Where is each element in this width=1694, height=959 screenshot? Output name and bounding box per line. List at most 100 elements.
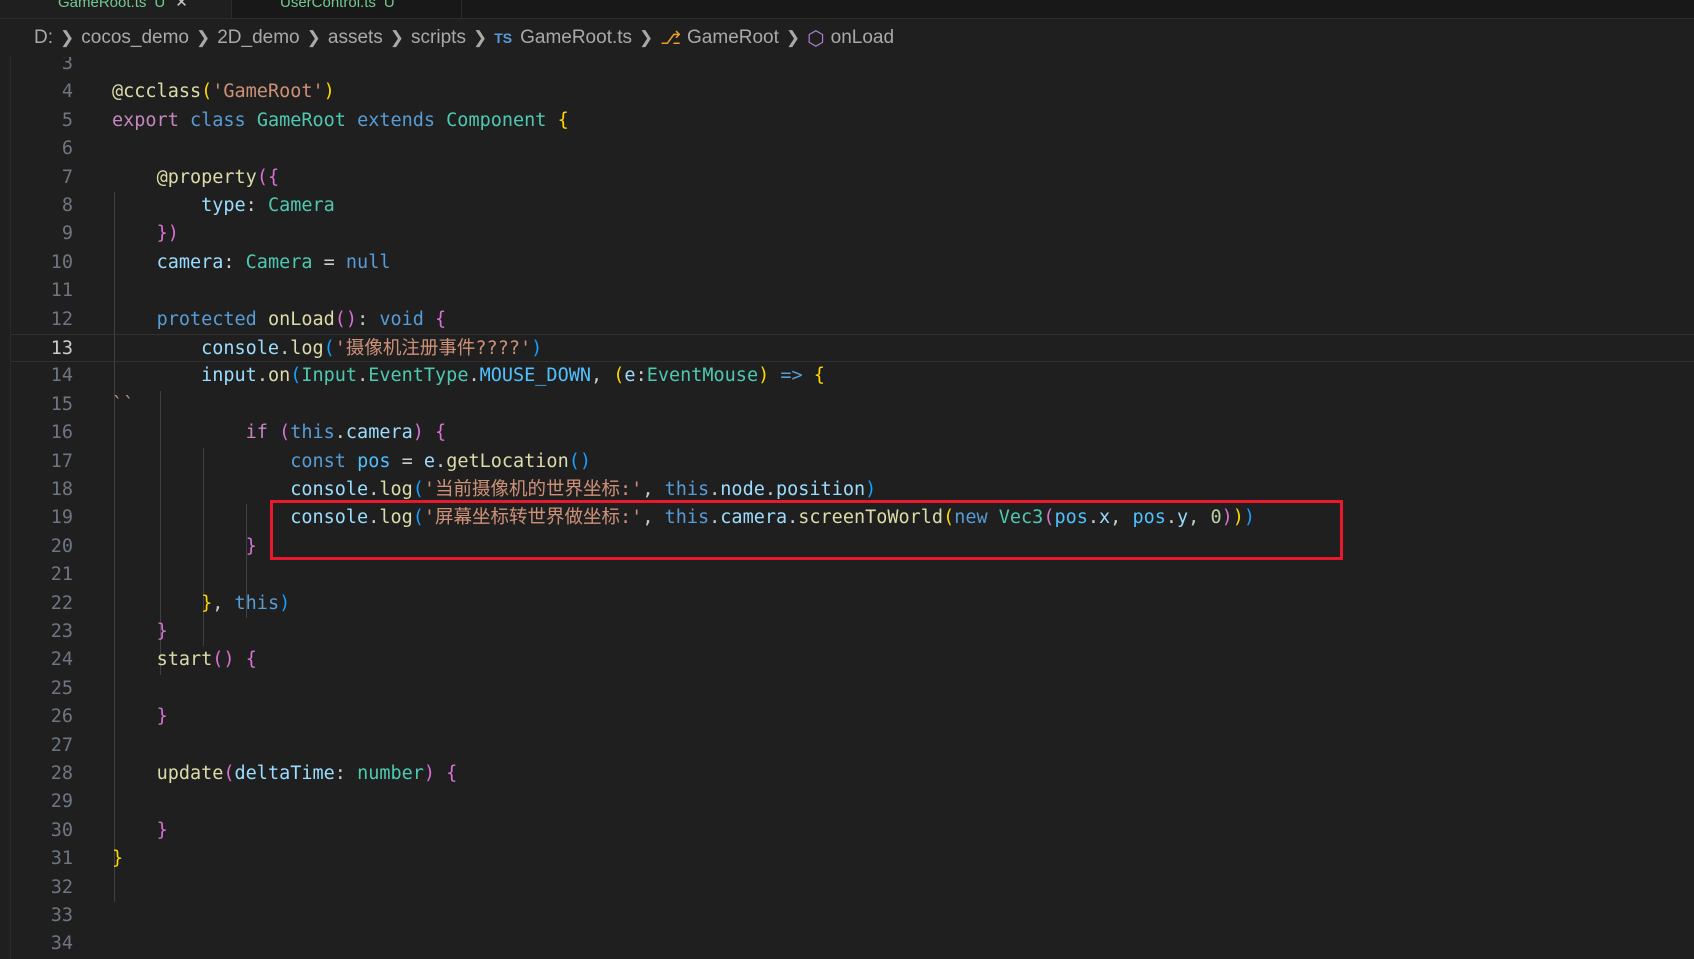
- code-text: }: [112, 703, 168, 731]
- code-token: }: [201, 592, 213, 614]
- code-token: {: [813, 365, 825, 387]
- editor-tab-bar: GameRoot.ts U ✕ UserControl.ts U: [0, 0, 1694, 19]
- code-line[interactable]: 15 ``: [11, 391, 1694, 419]
- line-number: 23: [50, 621, 73, 642]
- code-token: deltaTime: [234, 763, 335, 784]
- breadcrumb: D: ❯ cocos_demo ❯ 2D_demo ❯ assets ❯ scr…: [0, 19, 1694, 57]
- code-token: export: [112, 109, 179, 131]
- code-line[interactable]: 28 update(deltaTime: number) {: [11, 760, 1694, 788]
- code-token: MOUSE_DOWN: [479, 365, 591, 387]
- code-token: .: [357, 365, 369, 387]
- line-number: 11: [50, 280, 73, 302]
- code-token: {: [245, 649, 257, 671]
- code-token: position: [776, 479, 866, 500]
- code-line[interactable]: 11: [11, 277, 1694, 305]
- code-token: Camera: [267, 195, 335, 216]
- code-line[interactable]: 25: [11, 675, 1694, 703]
- breadcrumb-folder-scripts[interactable]: scripts: [411, 27, 466, 49]
- close-icon[interactable]: ✕: [175, 0, 188, 11]
- line-number: 19: [50, 507, 73, 529]
- breadcrumb-folder-cocos-demo[interactable]: cocos_demo: [81, 27, 189, 49]
- code-line[interactable]: 31}: [11, 845, 1694, 873]
- code-token: ): [323, 81, 335, 103]
- code-token: if: [245, 422, 268, 444]
- code-token: console: [201, 338, 280, 359]
- line-number: 9: [61, 223, 73, 245]
- code-token: (: [412, 479, 424, 500]
- code-line[interactable]: 6: [11, 135, 1694, 163]
- code-line[interactable]: 22 }, this): [11, 590, 1694, 618]
- tab-gameroot[interactable]: GameRoot.ts U ✕: [0, 0, 232, 18]
- line-number: 27: [50, 734, 73, 756]
- code-line[interactable]: 27: [11, 732, 1694, 760]
- code-token: (: [323, 338, 335, 359]
- code-line[interactable]: 34: [11, 930, 1694, 958]
- code-line[interactable]: 23 }: [11, 618, 1694, 646]
- code-token: const: [290, 450, 346, 472]
- code-line[interactable]: 7 @property({: [11, 164, 1694, 192]
- code-token: ,: [591, 365, 614, 387]
- line-number: 22: [50, 592, 73, 614]
- line-number: 10: [50, 251, 73, 273]
- code-token: .: [256, 365, 268, 387]
- code-token: update: [156, 763, 224, 784]
- line-number: 24: [50, 649, 73, 671]
- code-line[interactable]: 32: [11, 874, 1694, 902]
- code-line[interactable]: 8 type: Camera: [11, 192, 1694, 220]
- code-line[interactable]: 10 camera: Camera = null: [11, 249, 1694, 277]
- code-line[interactable]: 12 protected onLoad(): void {: [11, 306, 1694, 334]
- code-token: ): [279, 592, 291, 614]
- code-line[interactable]: 3: [11, 57, 1694, 78]
- code-token: :: [334, 763, 358, 784]
- code-token: :: [223, 251, 246, 273]
- code-token: ): [423, 763, 436, 784]
- line-number: 8: [61, 195, 73, 216]
- code-line[interactable]: 26 }: [11, 703, 1694, 731]
- code-token: }: [245, 535, 257, 557]
- breadcrumb-method[interactable]: onLoad: [831, 27, 894, 49]
- code-token: extends: [357, 109, 436, 131]
- code-line[interactable]: 24 start() {: [11, 646, 1694, 674]
- code-line[interactable]: 5 export class GameRoot extends Component…: [11, 107, 1694, 135]
- code-token: {: [435, 422, 447, 444]
- code-line[interactable]: 4 @ccclass('GameRoot'): [11, 78, 1694, 106]
- code-line[interactable]: 14 input.on(Input.EventType.MOUSE_DOWN, …: [11, 362, 1694, 390]
- code-token: .: [334, 422, 346, 444]
- code-line[interactable]: 29: [11, 788, 1694, 816]
- line-number: 31: [50, 848, 73, 870]
- code-line[interactable]: 16 if (this.camera) {: [11, 419, 1694, 447]
- code-line[interactable]: 30 }: [11, 817, 1694, 845]
- code-line[interactable]: 17 const pos = e.getLocation(): [11, 448, 1694, 476]
- code-token: }: [156, 621, 168, 642]
- code-text: start() {: [112, 646, 257, 674]
- breadcrumb-drive[interactable]: D:: [34, 27, 53, 49]
- code-token: }: [156, 819, 168, 841]
- breadcrumb-folder-2d-demo[interactable]: 2D_demo: [217, 27, 299, 49]
- code-token: }): [156, 223, 179, 245]
- code-line[interactable]: 21: [11, 561, 1694, 589]
- code-token: camera: [156, 251, 224, 273]
- code-token: =: [312, 251, 346, 273]
- code-text: @ccclass('GameRoot'): [112, 78, 335, 106]
- code-token: e: [423, 450, 436, 472]
- code-token: void: [379, 308, 424, 330]
- code-token: ): [865, 479, 877, 500]
- code-line[interactable]: 33: [11, 902, 1694, 930]
- breadcrumb-file[interactable]: GameRoot.ts: [520, 27, 632, 49]
- code-line[interactable]: 13 console.log('摄像机注册事件????'): [11, 334, 1694, 363]
- code-token: (): [334, 308, 358, 330]
- code-token: EventMouse: [646, 365, 759, 387]
- breadcrumb-folder-assets[interactable]: assets: [328, 27, 383, 49]
- tab-usercontrol[interactable]: UserControl.ts U: [232, 0, 462, 18]
- code-line[interactable]: 9 }): [11, 220, 1694, 248]
- breadcrumb-class[interactable]: GameRoot: [687, 27, 779, 49]
